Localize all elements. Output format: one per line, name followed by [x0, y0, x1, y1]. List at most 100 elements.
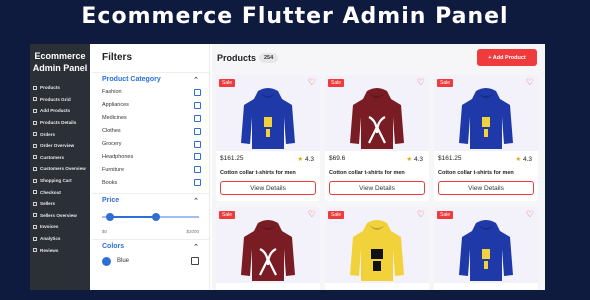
hoodie-image — [458, 87, 514, 154]
category-checkbox[interactable] — [194, 101, 201, 109]
product-image[interactable]: Sale ♡ — [216, 207, 320, 283]
chevron-up-icon[interactable]: ⌃ — [193, 76, 199, 84]
product-card[interactable]: Sale ♡ $69.6 ★ 4.3 Cotton collar t-shirts fo… — [325, 75, 429, 201]
menu-icon — [33, 224, 37, 229]
view-details-button[interactable]: View Details — [438, 181, 534, 195]
category-option[interactable]: Clothes — [92, 125, 209, 138]
price-header[interactable]: Price ⌃ — [92, 193, 209, 207]
category-checkbox[interactable] — [194, 114, 201, 122]
product-category-header[interactable]: Product Category ⌃ — [92, 72, 209, 86]
product-count-badge: 254 — [259, 53, 279, 63]
product-card[interactable]: Sale ♡ $161.25 ★ 4.3 Cotton collar t-shirts … — [434, 75, 538, 201]
category-checkbox[interactable] — [194, 153, 201, 161]
category-label: Fashion — [102, 89, 122, 96]
view-details-button[interactable]: View Details — [329, 181, 425, 195]
category-option[interactable]: Grocery — [92, 138, 209, 151]
product-image[interactable]: Sale ♡ — [325, 207, 429, 283]
colors-label: Colors — [102, 243, 125, 251]
sidebar-item-customers[interactable]: Customers — [30, 152, 90, 164]
colors-header[interactable]: Colors ⌃ — [92, 239, 209, 253]
sidebar-menu: Products Products Grid Add Products Product… — [30, 82, 90, 256]
hoodie-image — [349, 87, 405, 154]
category-option[interactable]: Appliances — [92, 99, 209, 112]
product-image[interactable]: Sale ♡ — [434, 207, 538, 283]
color-checkbox[interactable] — [191, 257, 199, 266]
menu-icon — [33, 143, 37, 148]
chevron-up-icon[interactable]: ⌃ — [193, 197, 199, 205]
heart-icon[interactable]: ♡ — [308, 209, 316, 220]
category-checkbox[interactable] — [194, 140, 201, 148]
category-option[interactable]: Headphones — [92, 150, 209, 163]
menu-icon — [33, 132, 37, 137]
view-details-button[interactable]: View Details — [220, 181, 316, 195]
sidebar-item-add-products[interactable]: Add Products — [30, 105, 90, 117]
color-swatch — [102, 256, 111, 266]
category-checkbox[interactable] — [194, 179, 201, 187]
filters-panel: Filters Product Category ⌃ Fashion Applia… — [92, 44, 210, 290]
product-card[interactable]: Sale ♡ — [434, 207, 538, 290]
product-image[interactable]: Sale ♡ — [216, 75, 320, 151]
add-product-button[interactable]: + Add Product — [477, 49, 537, 66]
slider-handle-max[interactable] — [151, 213, 160, 222]
product-name: Cotton collar t-shirts for men — [438, 170, 514, 176]
heart-icon[interactable]: ♡ — [308, 77, 316, 88]
category-label: Grocery — [102, 141, 122, 147]
color-option-blue[interactable]: Blue — [92, 253, 209, 269]
star-icon: ★ — [515, 156, 523, 163]
sidebar-item-analytics[interactable]: Analytics — [30, 233, 90, 245]
product-price: $161.25 — [438, 155, 462, 162]
product-card[interactable]: Sale ♡ — [216, 207, 320, 290]
category-checkbox[interactable] — [194, 127, 201, 135]
product-rating: ★ 4.3 — [297, 155, 314, 163]
price-range-slider[interactable] — [102, 207, 199, 229]
sidebar-item-label: Customers — [40, 154, 64, 160]
product-card[interactable]: Sale ♡ $161.25 ★ 4.3 Cotton collar t-shirts … — [216, 75, 320, 201]
price-min-label: $0 — [102, 229, 108, 235]
category-option[interactable]: Fashion — [92, 86, 209, 99]
product-image[interactable]: Sale ♡ — [325, 75, 429, 151]
sidebar-item-customers-overview[interactable]: Customers Overview — [30, 163, 90, 175]
category-checkbox[interactable] — [194, 166, 201, 174]
sidebar-item-products-grid[interactable]: Products Grid — [30, 94, 90, 106]
sidebar-item-label: Checkout — [40, 189, 61, 195]
sale-badge: Sale — [328, 211, 345, 219]
color-option-label: Blue — [117, 258, 130, 265]
slider-track-fill — [109, 216, 156, 219]
sidebar-item-label: Orders — [40, 131, 56, 137]
menu-icon — [33, 120, 37, 125]
sale-badge: Sale — [437, 79, 454, 87]
sidebar-item-products-details[interactable]: Products Details — [30, 117, 90, 129]
hoodie-image — [240, 219, 296, 286]
category-checkbox[interactable] — [194, 88, 201, 96]
category-option[interactable]: Furniture — [92, 163, 209, 176]
sidebar-item-reviews[interactable]: Reviews — [30, 244, 90, 256]
page-title: Products — [217, 53, 257, 63]
slider-handle-min[interactable] — [105, 213, 114, 222]
category-option[interactable]: Medicines — [92, 112, 209, 125]
heart-icon[interactable]: ♡ — [417, 209, 425, 220]
category-label: Appliances — [102, 102, 129, 109]
product-card[interactable]: Sale ♡ — [325, 207, 429, 290]
sidebar-item-sellers-overview[interactable]: Sellers Overview — [30, 210, 90, 222]
sidebar-item-invoices[interactable]: Invoices — [30, 221, 90, 233]
sidebar-item-checkout[interactable]: Checkout — [30, 186, 90, 198]
menu-icon — [33, 190, 37, 195]
sidebar-item-products[interactable]: Products — [30, 82, 90, 94]
product-image[interactable]: Sale ♡ — [434, 75, 538, 151]
heart-icon[interactable]: ♡ — [526, 209, 534, 220]
sidebar-item-sellers[interactable]: Sellers — [30, 198, 90, 210]
filters-title: Filters — [102, 52, 133, 63]
sidebar-item-label: Customers Overview — [40, 166, 86, 172]
sidebar-item-shopping-cart[interactable]: Shopping Cart — [30, 175, 90, 187]
chevron-up-icon[interactable]: ⌃ — [193, 243, 199, 251]
category-option[interactable]: Books — [92, 176, 209, 189]
sidebar-item-orders[interactable]: Orders — [30, 128, 90, 140]
product-name: Cotton collar t-shirts for men — [220, 170, 296, 176]
sale-badge: Sale — [328, 79, 345, 87]
sidebar-item-order-overview[interactable]: Order Overview — [30, 140, 90, 152]
hoodie-image — [240, 87, 296, 154]
heart-icon[interactable]: ♡ — [526, 77, 534, 88]
menu-icon — [33, 85, 37, 90]
heart-icon[interactable]: ♡ — [417, 77, 425, 88]
star-icon: ★ — [297, 156, 305, 163]
